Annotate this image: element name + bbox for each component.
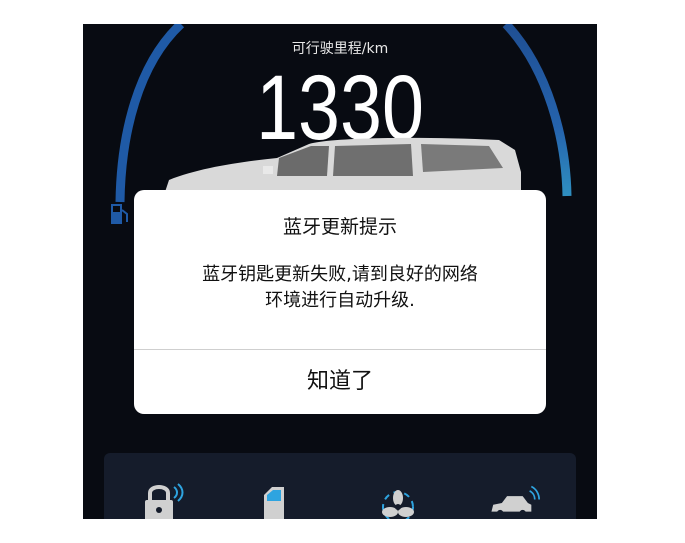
dialog-message-line1: 蓝牙钥匙更新失败,请到良好的网络 <box>202 264 478 285</box>
car-remote-icon[interactable] <box>488 483 540 519</box>
fuel-pump-icon <box>111 204 128 224</box>
quick-controls-panel <box>104 453 576 519</box>
dialog-message-line2: 环境进行自动升级. <box>265 290 415 311</box>
door-icon[interactable] <box>252 483 304 519</box>
lock-icon[interactable] <box>134 483 186 519</box>
ok-button[interactable]: 知道了 <box>134 350 546 414</box>
dialog-message: 蓝牙钥匙更新失败,请到良好的网络 环境进行自动升级. <box>134 262 546 314</box>
dialog-title: 蓝牙更新提示 <box>282 216 397 238</box>
range-label: 可行驶里程/km <box>291 41 389 57</box>
bluetooth-update-dialog: 蓝牙更新提示 蓝牙钥匙更新失败,请到良好的网络 环境进行自动升级. 知道了 <box>134 190 546 414</box>
fan-icon[interactable] <box>372 483 424 519</box>
